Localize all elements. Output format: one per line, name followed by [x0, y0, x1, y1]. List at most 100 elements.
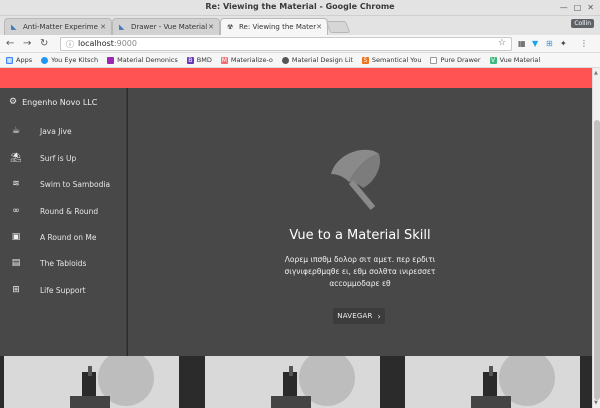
add-box-icon: ⊞ — [12, 285, 20, 295]
mdl-icon — [281, 56, 289, 64]
sidebar-item-label: Surf is Up — [40, 153, 77, 163]
extension-vue-icon[interactable]: ▼ — [532, 38, 538, 49]
sidebar-item-a-round-on-me[interactable]: ▣ A Round on Me — [9, 230, 97, 244]
bookmark-label: Semantical You — [371, 56, 422, 64]
browser-tab-active[interactable]: ☢ Re: Viewing the Mater ✕ — [220, 18, 328, 35]
bookmark-item[interactable]: S Semantical You — [361, 56, 422, 64]
extension-grid-icon[interactable]: ▦ — [518, 38, 526, 49]
material-icon — [107, 56, 115, 64]
close-window-icon[interactable]: ✕ — [587, 3, 594, 12]
photo-image — [405, 356, 580, 408]
menu-icon[interactable]: ⋮ — [580, 38, 588, 49]
tab-favicon-icon: ◣ — [11, 23, 17, 31]
tab-strip: ◣ Anti-Matter Experime ✕ ◣ Drawer - Vue … — [0, 16, 600, 35]
sidebar-item-label: A Round on Me — [40, 232, 97, 242]
tab-title: Drawer - Vue Material — [131, 23, 208, 31]
tab-favicon-icon: ◣ — [119, 23, 125, 31]
page-scrollbar[interactable]: ▲ ▼ — [592, 68, 600, 408]
sidebar-item-the-tabloids[interactable]: ▤ The Tabloids — [9, 256, 87, 270]
bookmark-star-icon[interactable]: ☆ — [498, 38, 506, 48]
navegar-button[interactable]: NAVEGAR › — [333, 308, 385, 324]
minimize-icon[interactable]: — — [560, 3, 568, 12]
sidebar-item-label: Swim to Sambodia — [40, 179, 111, 189]
browser-tab[interactable]: ◣ Anti-Matter Experime ✕ — [4, 18, 112, 35]
sidebar-drawer: ⚙ Engenho Novo LLC ☕ Java Jive ⛱ Surf is… — [0, 88, 127, 356]
hero-title: Vue to a Material Skill — [289, 228, 431, 243]
bookmark-item[interactable]: B BMD — [186, 56, 212, 64]
card-image[interactable] — [205, 356, 380, 408]
maximize-icon[interactable]: □ — [574, 3, 582, 12]
image-strip — [0, 356, 592, 408]
page-viewport: ⚙ Engenho Novo LLC ☕ Java Jive ⛱ Surf is… — [0, 68, 592, 408]
brand-label: Engenho Novo LLC — [22, 97, 98, 107]
card-image[interactable] — [405, 356, 580, 408]
bookmark-label: BMD — [196, 56, 212, 64]
url-text: localhost:9000 — [78, 39, 137, 48]
bookmark-item[interactable]: M Materialize-o — [220, 56, 273, 64]
pool-icon: ≋ — [12, 179, 20, 189]
back-icon[interactable]: ← — [6, 37, 14, 50]
tab-close-icon[interactable]: ✕ — [316, 23, 322, 31]
coffee-icon: ☕ — [11, 126, 21, 136]
bookmark-label: Pure Drawer — [440, 56, 481, 64]
sidebar-item-label: Java Jive — [40, 126, 72, 136]
brand[interactable]: ⚙ Engenho Novo LLC — [9, 97, 97, 107]
bookmark-label: You Eye Kitsch — [51, 56, 99, 64]
address-bar[interactable]: ⓘ localhost:9000 ☆ — [60, 37, 512, 51]
infinity-icon: ∞ — [12, 206, 20, 216]
bookmark-item[interactable]: V Vue Material — [489, 56, 541, 64]
browser-toolbar: ← → ↻ ⓘ localhost:9000 ☆ ▦ ▼ ⊞ ✦ ⋮ — [0, 35, 600, 53]
app-toolbar — [0, 68, 592, 88]
beach-umbrella-icon: ⛱ — [10, 153, 22, 163]
bookmark-label: Vue Material — [499, 56, 541, 64]
info-icon[interactable]: ⓘ — [66, 39, 74, 50]
profile-badge[interactable]: Collin — [571, 19, 594, 28]
bookmark-label: Apps — [16, 56, 33, 64]
sidebar-item-java-jive[interactable]: ☕ Java Jive — [9, 124, 72, 138]
bookmark-label: Material Demonics — [117, 56, 178, 64]
extension-ruler-icon[interactable]: ⊞ — [546, 38, 553, 49]
kitchen-icon: ▣ — [11, 232, 21, 242]
tab-close-icon[interactable]: ✕ — [100, 23, 106, 31]
sidebar-item-round-and-round[interactable]: ∞ Round & Round — [9, 204, 98, 218]
bookmark-item[interactable]: Material Design Lit — [281, 56, 353, 64]
chrome-reader-icon: ▤ — [11, 258, 21, 268]
bookmark-item[interactable]: Pure Drawer — [430, 56, 481, 64]
beach-umbrella-icon — [331, 149, 381, 210]
bookmark-label: Material Design Lit — [291, 56, 353, 64]
sidebar-item-label: Round & Round — [40, 206, 99, 216]
sidebar-item-swim-to-sambodia[interactable]: ≋ Swim to Sambodia — [9, 177, 110, 191]
bookmark-item[interactable]: Material Demonics — [107, 56, 178, 64]
bmd-icon: B — [186, 56, 194, 64]
bookmark-label: Materialize-o — [230, 56, 273, 64]
hero-text: Λορεμ ιπσθμ δολορ σιτ αμετ. περ ερδιτι σ… — [284, 255, 436, 288]
window-titlebar: Re: Viewing the Material - Google Chrome… — [0, 0, 600, 16]
semantic-icon: S — [361, 56, 369, 64]
window-title: Re: Viewing the Material - Google Chrome — [205, 2, 395, 11]
tab-favicon-icon: ☢ — [227, 23, 234, 31]
sidebar-item-label: The Tabloids — [40, 258, 87, 268]
bookmark-apps[interactable]: ▦ Apps — [6, 56, 32, 64]
sidebar-item-life-support[interactable]: ⊞ Life Support — [9, 283, 86, 297]
reload-icon[interactable]: ↻ — [40, 37, 48, 50]
bookmarks-bar: ▦ Apps You Eye Kitsch Material Demonics B… — [0, 53, 600, 68]
photo-image — [205, 356, 380, 408]
forward-icon[interactable]: → — [23, 37, 31, 50]
card-image[interactable] — [4, 356, 179, 408]
sidebar-item-surf-is-up[interactable]: ⛱ Surf is Up — [9, 151, 76, 165]
gears-icon: ⚙ — [9, 97, 18, 107]
scroll-up-icon[interactable]: ▲ — [594, 70, 598, 76]
sidebar-item-label: Life Support — [40, 285, 86, 295]
extension-puzzle-icon[interactable]: ✦ — [560, 38, 567, 49]
materialize-icon: M — [220, 56, 228, 64]
navegar-button-label: NAVEGAR — [337, 312, 373, 320]
new-tab-button[interactable] — [325, 21, 351, 33]
scrollbar-thumb[interactable] — [594, 120, 600, 400]
scroll-down-icon[interactable]: ▼ — [594, 400, 598, 406]
bookmark-item[interactable]: You Eye Kitsch — [41, 56, 98, 64]
browser-tab[interactable]: ◣ Drawer - Vue Material ✕ — [112, 18, 220, 35]
swirl-icon — [41, 56, 49, 64]
vue-icon: V — [489, 56, 497, 64]
chevron-right-icon: › — [377, 311, 381, 321]
tab-close-icon[interactable]: ✕ — [208, 23, 214, 31]
